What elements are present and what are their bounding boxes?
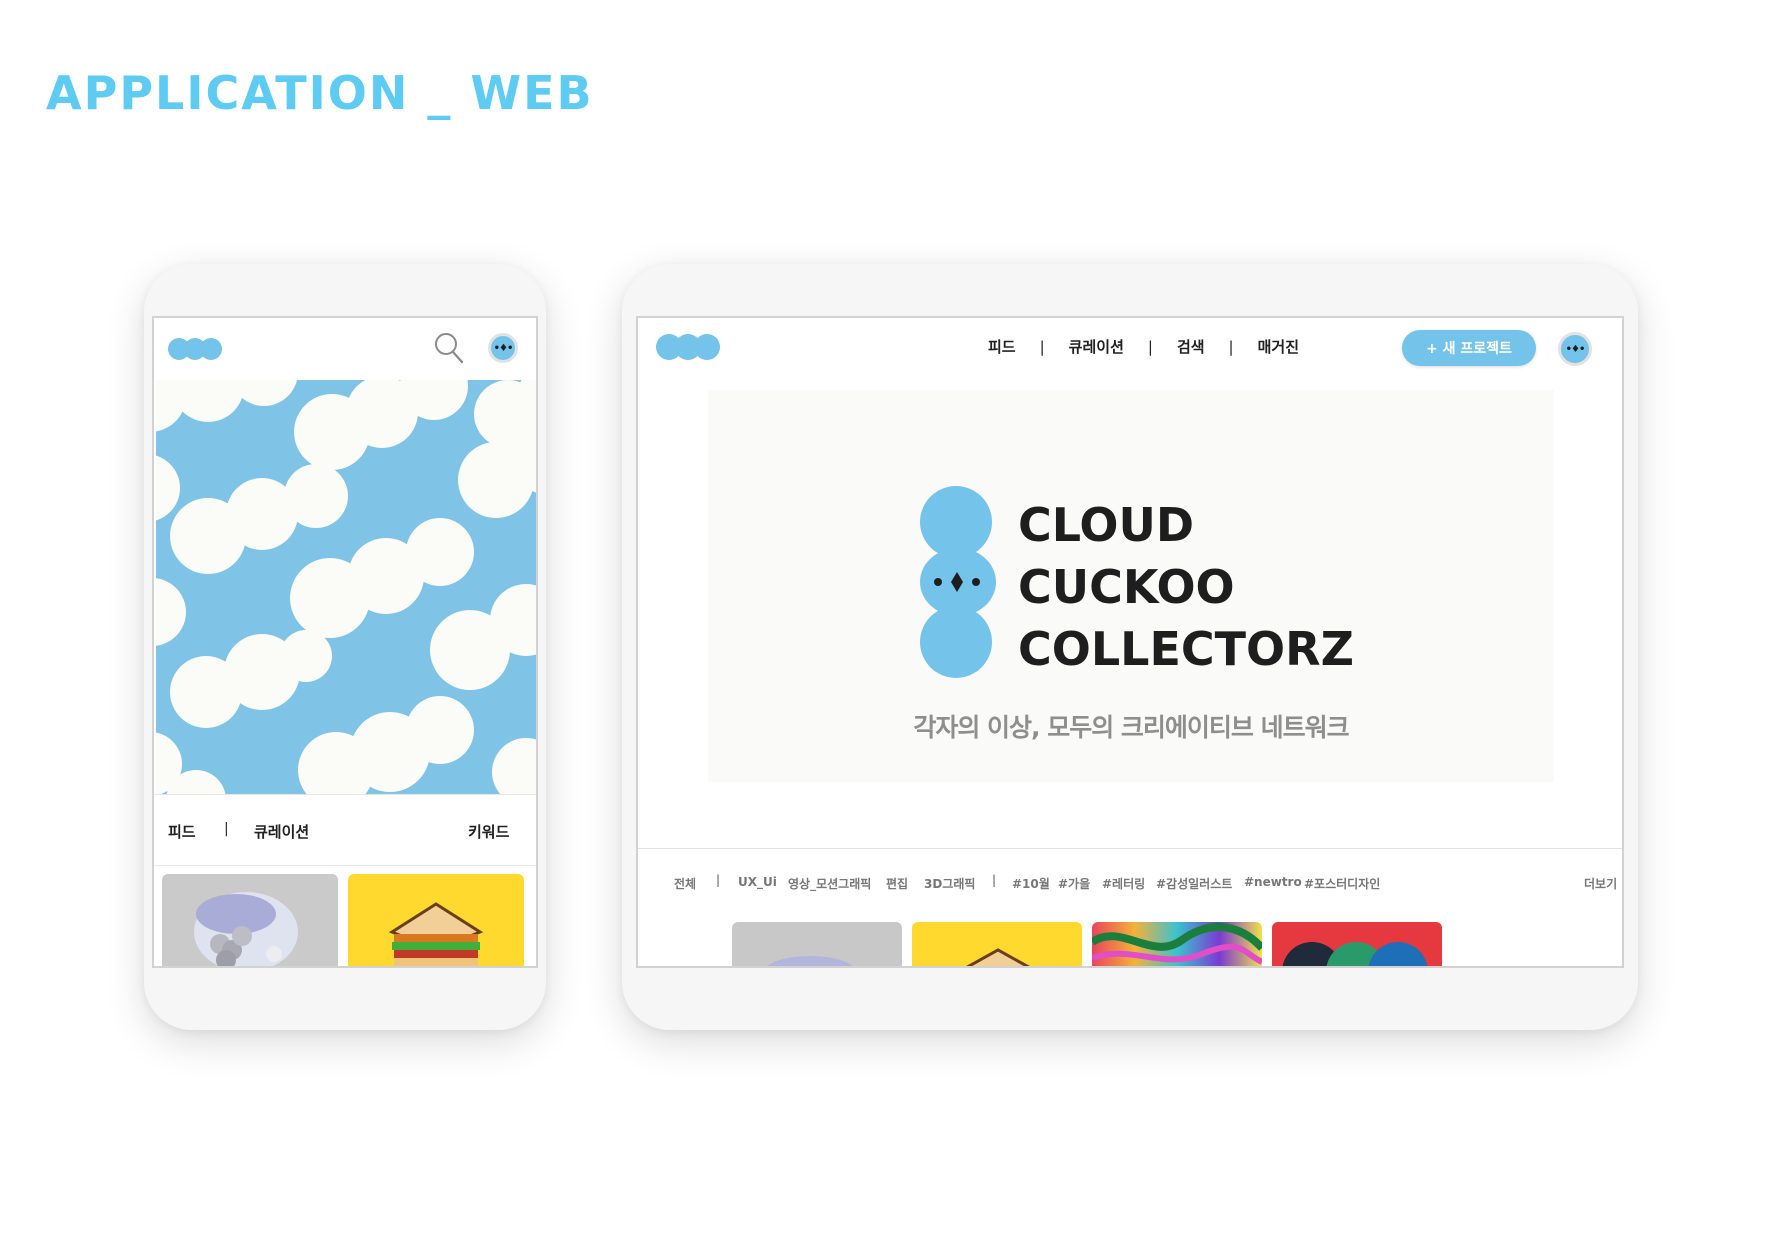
logo-blob bbox=[200, 338, 222, 360]
brand-line: CLOUD bbox=[1018, 498, 1195, 552]
tab-keyword[interactable]: 키워드 bbox=[468, 821, 509, 842]
gradient-spheres-image bbox=[1282, 942, 1428, 966]
page-heading: APPLICATION _ WEB bbox=[46, 66, 594, 120]
filter-tag[interactable]: #newtro bbox=[1244, 875, 1302, 889]
logo-blob bbox=[694, 334, 720, 360]
hero-tagline: 각자의 이상, 모두의 크리에이티브 네트워크 bbox=[913, 713, 1349, 742]
filter-tag[interactable]: #10월 bbox=[1012, 875, 1050, 892]
profile-avatar[interactable]: •♦• bbox=[1558, 332, 1592, 366]
project-thumbnail[interactable] bbox=[162, 874, 338, 966]
filter-category[interactable]: 3D그래픽 bbox=[924, 875, 975, 892]
filter-separator: | bbox=[716, 873, 721, 887]
category-filter-bar: 전체 | UX_Ui 영상_모션그래픽 편집 3D그래픽 | #10월 #가을 … bbox=[638, 848, 1622, 916]
filter-category[interactable]: UX_Ui bbox=[738, 875, 777, 889]
nav-magazine[interactable]: 매거진 bbox=[1258, 336, 1299, 357]
nav-search[interactable]: 검색 bbox=[1177, 336, 1205, 357]
cuckoo-brand-mark-icon bbox=[920, 486, 996, 678]
nav-separator: | bbox=[1228, 337, 1234, 356]
mobile-screen: •♦• 피드 | 큐레이션 키워드 bbox=[152, 316, 538, 968]
tab-separator: | bbox=[224, 821, 229, 837]
sandwich-pixel-art-image bbox=[388, 902, 484, 966]
sandwich-pixel-art-image bbox=[966, 948, 1030, 966]
project-thumbnail[interactable] bbox=[732, 922, 902, 966]
filter-tag[interactable]: #가을 bbox=[1058, 875, 1090, 892]
tablet-device-frame: 피드 | 큐레이션 | 검색 | 매거진 + 새 프로젝트 •♦• CLOUD … bbox=[622, 264, 1638, 1030]
cuckoo-avatar-icon: •♦• bbox=[493, 342, 514, 354]
brand-line: COLLECTORZ bbox=[1018, 622, 1354, 676]
filter-tag[interactable]: #감성일러스트 bbox=[1156, 875, 1232, 892]
filter-tag[interactable]: #레터링 bbox=[1102, 875, 1145, 892]
nav-feed[interactable]: 피드 bbox=[988, 336, 1016, 357]
web-screen: 피드 | 큐레이션 | 검색 | 매거진 + 새 프로젝트 •♦• CLOUD … bbox=[636, 316, 1624, 968]
filter-tag[interactable]: #포스터디자인 bbox=[1304, 875, 1380, 892]
project-thumbnail[interactable] bbox=[1092, 922, 1262, 966]
nav-separator: | bbox=[1147, 337, 1153, 356]
mobile-tab-bar: 피드 | 큐레이션 키워드 bbox=[154, 794, 536, 866]
filter-separator: | bbox=[992, 873, 997, 887]
profile-avatar[interactable]: •♦• bbox=[488, 333, 518, 363]
new-project-button[interactable]: + 새 프로젝트 bbox=[1402, 330, 1536, 366]
cloud-logo[interactable] bbox=[168, 338, 222, 360]
presentation-board: APPLICATION _ WEB •♦• 피드 | 큐레이션 키워드 피드 |… bbox=[0, 0, 1772, 1240]
tab-feed[interactable]: 피드 bbox=[168, 821, 196, 842]
cuckoo-avatar-icon: •♦• bbox=[1565, 343, 1586, 355]
tab-curation[interactable]: 큐레이션 bbox=[254, 821, 309, 842]
project-thumbnail[interactable] bbox=[1272, 922, 1442, 966]
filter-category[interactable]: 편집 bbox=[886, 875, 908, 892]
filter-category[interactable]: 영상_모션그래픽 bbox=[788, 875, 871, 892]
psychedelic-swirl-image bbox=[1092, 922, 1262, 965]
search-icon[interactable] bbox=[434, 332, 464, 364]
project-thumbnail[interactable] bbox=[348, 874, 524, 966]
brand-wordmark: CLOUD CUCKOO COLLECTORZ bbox=[1018, 494, 1354, 680]
brand-line: CUCKOO bbox=[1018, 560, 1235, 614]
more-button[interactable]: 더보기 bbox=[1584, 875, 1617, 892]
filter-all[interactable]: 전체 bbox=[674, 875, 696, 892]
nav-curation[interactable]: 큐레이션 bbox=[1069, 336, 1124, 357]
cloud-logo[interactable] bbox=[656, 334, 720, 360]
project-thumbnail[interactable] bbox=[912, 922, 1082, 966]
sculpture-artwork-image bbox=[767, 956, 853, 966]
nav-separator: | bbox=[1039, 337, 1045, 356]
cloud-pattern-banner[interactable] bbox=[156, 380, 536, 794]
mobile-device-frame: •♦• 피드 | 큐레이션 키워드 bbox=[144, 264, 546, 1030]
hero-banner: CLOUD CUCKOO COLLECTORZ 각자의 이상, 모두의 크리에이… bbox=[708, 390, 1554, 782]
sculpture-artwork-image bbox=[194, 892, 298, 966]
cloud-pattern-image bbox=[156, 380, 536, 794]
top-navigation: 피드 | 큐레이션 | 검색 | 매거진 bbox=[978, 336, 1309, 357]
